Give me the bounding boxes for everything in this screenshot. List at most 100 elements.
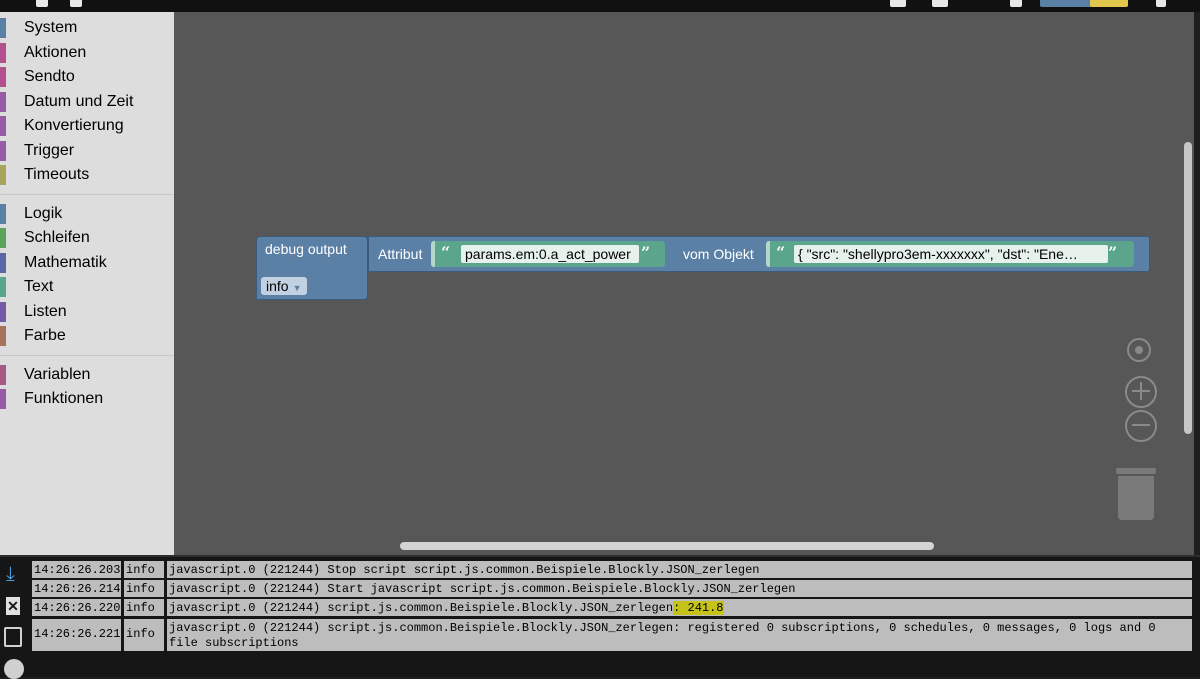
toolbox-category-label: Funktionen [24,390,104,407]
toolbox-category-label: Timeouts [24,166,90,183]
log-message: javascript.0 (221244) Start javascript s… [167,580,1192,597]
toolbox-category-variablen[interactable]: Variablen [0,363,174,388]
log-time: 14:26:26.203 [32,561,121,578]
log-time: 14:26:26.214 [32,580,121,597]
category-color-bar [0,67,6,87]
attribute-text-field[interactable]: params.em:0.a_act_power [461,245,639,263]
open-quote-icon: “ [776,243,786,262]
settings-icon[interactable] [36,0,48,7]
category-color-bar [0,165,6,185]
category-color-bar [0,301,6,322]
toolbox-category-sendto[interactable]: Sendto [0,65,174,90]
log-panel-divider [0,555,1200,557]
log-severity: info [124,619,164,651]
toolbox-category-label: System [24,19,78,36]
toolbox-category-mathematik[interactable]: Mathematik [0,251,174,276]
toolbox-separator [0,354,174,356]
export-icon[interactable] [890,0,906,7]
trash-icon[interactable] [1118,476,1154,520]
log-time: 14:26:26.220 [32,599,121,616]
toolbox-category-label: Trigger [24,141,75,159]
category-color-bar [0,364,6,385]
attribute-text-block[interactable]: “ params.em:0.a_act_power ” [431,241,665,267]
toolbox-category-timeouts[interactable]: Timeouts [0,163,174,188]
attribute-label: Attribut [378,246,423,262]
vertical-scroll-thumb[interactable] [1184,142,1192,434]
copy-icon[interactable] [4,627,22,647]
refresh-icon[interactable] [70,0,82,7]
category-color-bar [0,18,6,38]
category-color-bar [0,252,6,273]
toolbox-category-aktionen[interactable]: Aktionen [0,41,174,66]
horizontal-scrollbar[interactable] [400,542,934,550]
dropdown-arrow-icon: ▼ [292,283,302,293]
log-message: javascript.0 (221244) Stop script script… [167,561,1192,578]
category-color-bar [0,116,6,136]
toolbox-category-label: Variablen [24,365,91,383]
toolbox-category-trigger[interactable]: Trigger [0,139,174,164]
log-row: 14:26:26.214 info javascript.0 (221244) St… [32,580,1192,597]
open-quote-icon: “ [441,243,451,262]
log-severity: info [124,599,164,616]
log-panel: ⤓ ✕ 14:26:26.203 info javascript.0 (221244… [0,555,1200,679]
get-attribute-block[interactable]: Attribut “ params.em:0.a_act_power ” vom… [368,236,1150,272]
toolbox-category-text[interactable]: Text [0,275,174,300]
toolbox-category-logik[interactable]: Logik [0,202,174,227]
log-row: 14:26:26.203 info javascript.0 (221244) St… [32,561,1192,578]
toolbox-category-label: Sendto [24,68,75,85]
toolbox-separator [0,193,174,195]
tab-indicator-active[interactable] [1090,0,1128,7]
vertical-scrollbar[interactable] [1184,12,1192,555]
blockly-toolbox: System Aktionen Sendto Datum und Zeit Konver… [0,12,174,555]
toolbox-category-konvertierung[interactable]: Konvertierung [0,114,174,139]
log-time: 14:26:26.221 [32,619,121,651]
object-text-field[interactable]: { "src": "shellypro3em-xxxxxxx", "dst": … [794,245,1108,263]
toolbox-category-schleifen[interactable]: Schleifen [0,226,174,251]
log-highlight-value: : 241.8 [673,601,724,615]
log-message-text: javascript.0 (221244) script.js.common.B… [169,601,674,615]
toolbox-category-farbe[interactable]: Farbe [0,324,174,349]
severity-dropdown[interactable]: info ▼ [261,277,307,295]
toolbox-category-label: Logik [24,204,63,222]
toolbox-category-listen[interactable]: Listen [0,300,174,325]
import-icon[interactable] [932,0,948,7]
zoom-out-minus [1132,424,1150,426]
blockly-workspace[interactable]: debug output info ▼ Attribut “ params.em:… [174,12,1194,555]
toolbox-category-label: Aktionen [24,43,87,61]
log-row: 14:26:26.221 info javascript.0 (221244) sc… [32,619,1192,651]
category-color-bar [0,326,6,346]
trash-lid [1116,468,1156,474]
log-message: javascript.0 (221244) script.js.common.B… [167,599,1192,616]
log-severity: info [124,561,164,578]
toolbox-category-label: Schleifen [24,229,90,246]
close-quote-icon: ” [1108,243,1118,262]
object-text-block[interactable]: “ { "src": "shellypro3em-xxxxxxx", "dst"… [766,241,1134,267]
close-quote-icon: ” [641,243,651,262]
category-color-bar [0,277,6,297]
category-color-bar [0,389,6,409]
log-message-text: javascript.0 (221244) Stop script script… [169,563,760,577]
zoom-in-plus-vertical [1140,382,1142,400]
menu-icon[interactable] [4,659,24,679]
clear-icon[interactable]: ✕ [6,597,20,615]
log-message-text: javascript.0 (221244) script.js.common.B… [169,621,1163,650]
toolbox-category-label: Farbe [24,327,66,344]
download-icon[interactable]: ⤓ [6,563,15,586]
crosshair-center [1135,346,1143,354]
category-color-bar [0,42,6,63]
chevron-down-icon[interactable] [1156,0,1166,7]
debug-icon[interactable] [1010,0,1022,7]
category-color-bar [0,203,6,224]
category-color-bar [0,140,6,161]
severity-value: info [266,278,289,294]
zoom-out-icon[interactable] [1125,410,1157,442]
toolbox-category-label: Mathematik [24,253,107,271]
toolbox-category-label: Listen [24,302,67,320]
toolbox-category-funktionen[interactable]: Funktionen [0,387,174,412]
toolbox-category-system[interactable]: System [0,16,174,41]
toolbox-category-datum-und-zeit[interactable]: Datum und Zeit [0,90,174,115]
toolbox-category-label: Datum und Zeit [24,92,134,110]
debug-output-block[interactable]: debug output info ▼ [256,236,368,300]
log-message-text: javascript.0 (221244) Start javascript s… [169,582,796,596]
log-row: 14:26:26.220 info javascript.0 (221244) sc… [32,599,1192,616]
